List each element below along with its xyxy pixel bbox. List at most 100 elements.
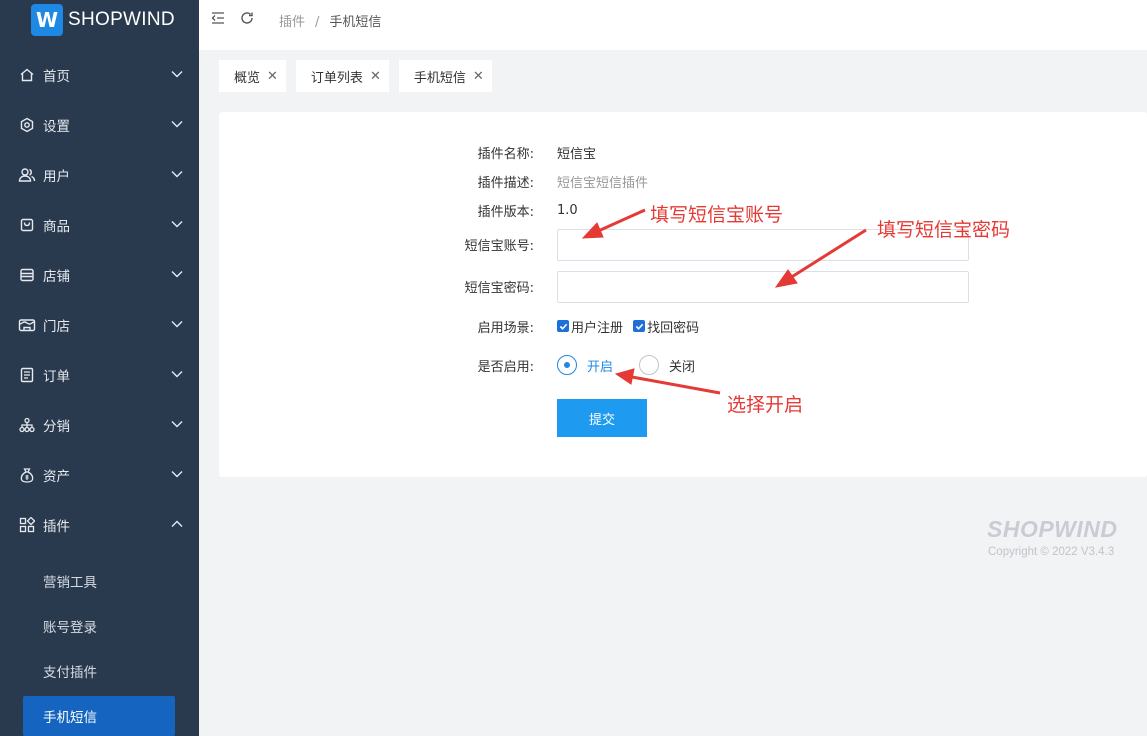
radio-circle <box>557 355 577 375</box>
sidebar-item-settings[interactable]: 设置 <box>0 100 199 150</box>
tab-label: 手机短信 <box>413 70 466 86</box>
form-row-enable: 是否启用: 开启 关闭 <box>219 355 1147 375</box>
breadcrumb-parent[interactable]: 插件 <box>279 15 305 30</box>
password-input[interactable] <box>557 271 969 303</box>
chevron-down-icon <box>171 271 183 278</box>
sidebar: W SHOPWIND 首页 设置 用户 商品 店铺 门店 订单 分销 资产 插件… <box>0 0 199 736</box>
footer-logo: SHOPWIND <box>987 516 1118 542</box>
scene-label: 启用场景: <box>477 320 534 336</box>
shop-icon <box>18 316 36 334</box>
sidebar-menu: 首页 设置 用户 商品 店铺 门店 订单 分销 资产 插件 营销工具 账号登录 … <box>0 50 199 736</box>
sidebar-item-orders[interactable]: 订单 <box>0 350 199 400</box>
breadcrumb: 插件 / 手机短信 <box>279 11 381 30</box>
radio-circle <box>639 355 660 375</box>
sidebar-item-label: 资产 <box>43 469 70 485</box>
users-icon <box>18 166 36 184</box>
enable-off-radio[interactable]: 关闭 <box>639 355 695 375</box>
sidebar-item-shop[interactable]: 门店 <box>0 300 199 350</box>
checkmark-icon <box>633 320 646 332</box>
plugin-form-card: 插件名称: 短信宝 插件描述: 短信宝短信插件 插件版本: 1.0 短信宝账号:… <box>219 112 1147 477</box>
sidebar-item-label: 分销 <box>43 419 70 435</box>
sidebar-item-label: 商品 <box>43 219 70 235</box>
sidebar-item-plugins[interactable]: 插件 <box>0 500 199 550</box>
sidebar-sub-marketing[interactable]: 营销工具 <box>0 558 199 603</box>
enable-radio-group: 开启 关闭 <box>557 355 721 375</box>
scene-reset-password-label: 找回密码 <box>647 320 700 336</box>
tab-label: 概览 <box>234 70 261 86</box>
enable-on-radio[interactable]: 开启 <box>557 355 613 375</box>
account-label: 短信宝账号: <box>464 238 534 254</box>
logo-mark: W <box>31 4 63 36</box>
sidebar-item-label: 门店 <box>43 319 70 335</box>
home-icon <box>18 66 36 84</box>
sidebar-item-home[interactable]: 首页 <box>0 50 199 100</box>
chevron-down-icon <box>171 71 183 78</box>
scene-register-checkbox[interactable]: 用户注册 <box>557 317 623 336</box>
checkmark-icon <box>557 320 569 332</box>
plugin-version-value: 1.0 <box>557 202 578 218</box>
form-row-scene: 启用场景: 用户注册 找回密码 <box>219 317 1147 336</box>
password-label: 短信宝密码: <box>464 280 534 296</box>
chevron-down-icon <box>171 121 183 128</box>
sidebar-sub-sms[interactable]: 手机短信 <box>23 696 175 736</box>
plugin-name-value: 短信宝 <box>557 146 597 162</box>
sidebar-item-distribution[interactable]: 分销 <box>0 400 199 450</box>
footer-copyright: Copyright © 2022 V3.4.3 <box>988 546 1115 558</box>
chevron-down-icon <box>171 171 183 178</box>
enable-label: 是否启用: <box>477 359 534 375</box>
chevron-down-icon <box>171 321 183 328</box>
tab-label: 订单列表 <box>310 70 363 86</box>
annotation-enable: 选择开启 <box>727 394 804 416</box>
bag-icon <box>18 216 36 234</box>
scene-register-label: 用户注册 <box>571 320 624 336</box>
sidebar-item-label: 插件 <box>43 519 70 535</box>
sidebar-sub-payment[interactable]: 支付插件 <box>0 648 199 693</box>
plugin-desc-label: 插件描述: <box>477 175 534 191</box>
tab-overview[interactable]: 概览 ✕ <box>219 60 286 92</box>
enable-on-label: 开启 <box>587 359 614 375</box>
sidebar-item-goods[interactable]: 商品 <box>0 200 199 250</box>
refresh-icon[interactable] <box>239 10 255 26</box>
store-icon <box>18 266 36 284</box>
page-tabs: 概览 ✕ 订单列表 ✕ 手机短信 ✕ <box>219 60 502 92</box>
grid-icon <box>18 516 36 534</box>
brand-logo[interactable]: W SHOPWIND <box>0 0 199 40</box>
breadcrumb-current: 手机短信 <box>329 15 382 30</box>
chevron-down-icon <box>171 221 183 228</box>
chevron-up-icon <box>171 520 183 527</box>
chevron-down-icon <box>171 421 183 428</box>
plugin-name-label: 插件名称: <box>477 146 534 162</box>
sidebar-item-assets[interactable]: 资产 <box>0 450 199 500</box>
sidebar-item-label: 店铺 <box>43 269 70 285</box>
form-row-name: 插件名称: 短信宝 <box>219 144 1147 162</box>
menu-collapse-icon[interactable] <box>210 10 226 26</box>
brand-name: SHOPWIND <box>68 9 175 30</box>
tab-order-list[interactable]: 订单列表 ✕ <box>295 60 389 92</box>
close-icon[interactable]: ✕ <box>267 69 278 84</box>
plugin-desc-value: 短信宝短信插件 <box>557 175 649 191</box>
tab-sms[interactable]: 手机短信 ✕ <box>398 60 492 92</box>
sidebar-item-users[interactable]: 用户 <box>0 150 199 200</box>
enable-off-label: 关闭 <box>669 359 696 375</box>
gear-icon <box>18 116 36 134</box>
scene-reset-password-checkbox[interactable]: 找回密码 <box>633 317 699 336</box>
document-icon <box>18 366 36 384</box>
sidebar-sub-login[interactable]: 账号登录 <box>0 603 199 648</box>
top-bar: 插件 / 手机短信 <box>199 0 1147 50</box>
chevron-down-icon <box>171 471 183 478</box>
form-row-desc: 插件描述: 短信宝短信插件 <box>219 173 1147 191</box>
money-bag-icon <box>18 466 36 484</box>
sidebar-item-label: 首页 <box>43 69 70 85</box>
close-icon[interactable]: ✕ <box>473 69 484 84</box>
sidebar-item-store[interactable]: 店铺 <box>0 250 199 300</box>
sidebar-item-label: 设置 <box>43 119 70 135</box>
network-icon <box>18 416 36 434</box>
plugin-version-label: 插件版本: <box>477 204 534 220</box>
close-icon[interactable]: ✕ <box>370 69 381 84</box>
annotation-account: 填写短信宝账号 <box>650 204 784 226</box>
chevron-down-icon <box>171 371 183 378</box>
breadcrumb-separator: / <box>315 15 320 30</box>
annotation-password: 填写短信宝密码 <box>877 219 1011 241</box>
submit-button[interactable]: 提交 <box>557 399 647 437</box>
sidebar-item-label: 用户 <box>43 169 70 185</box>
